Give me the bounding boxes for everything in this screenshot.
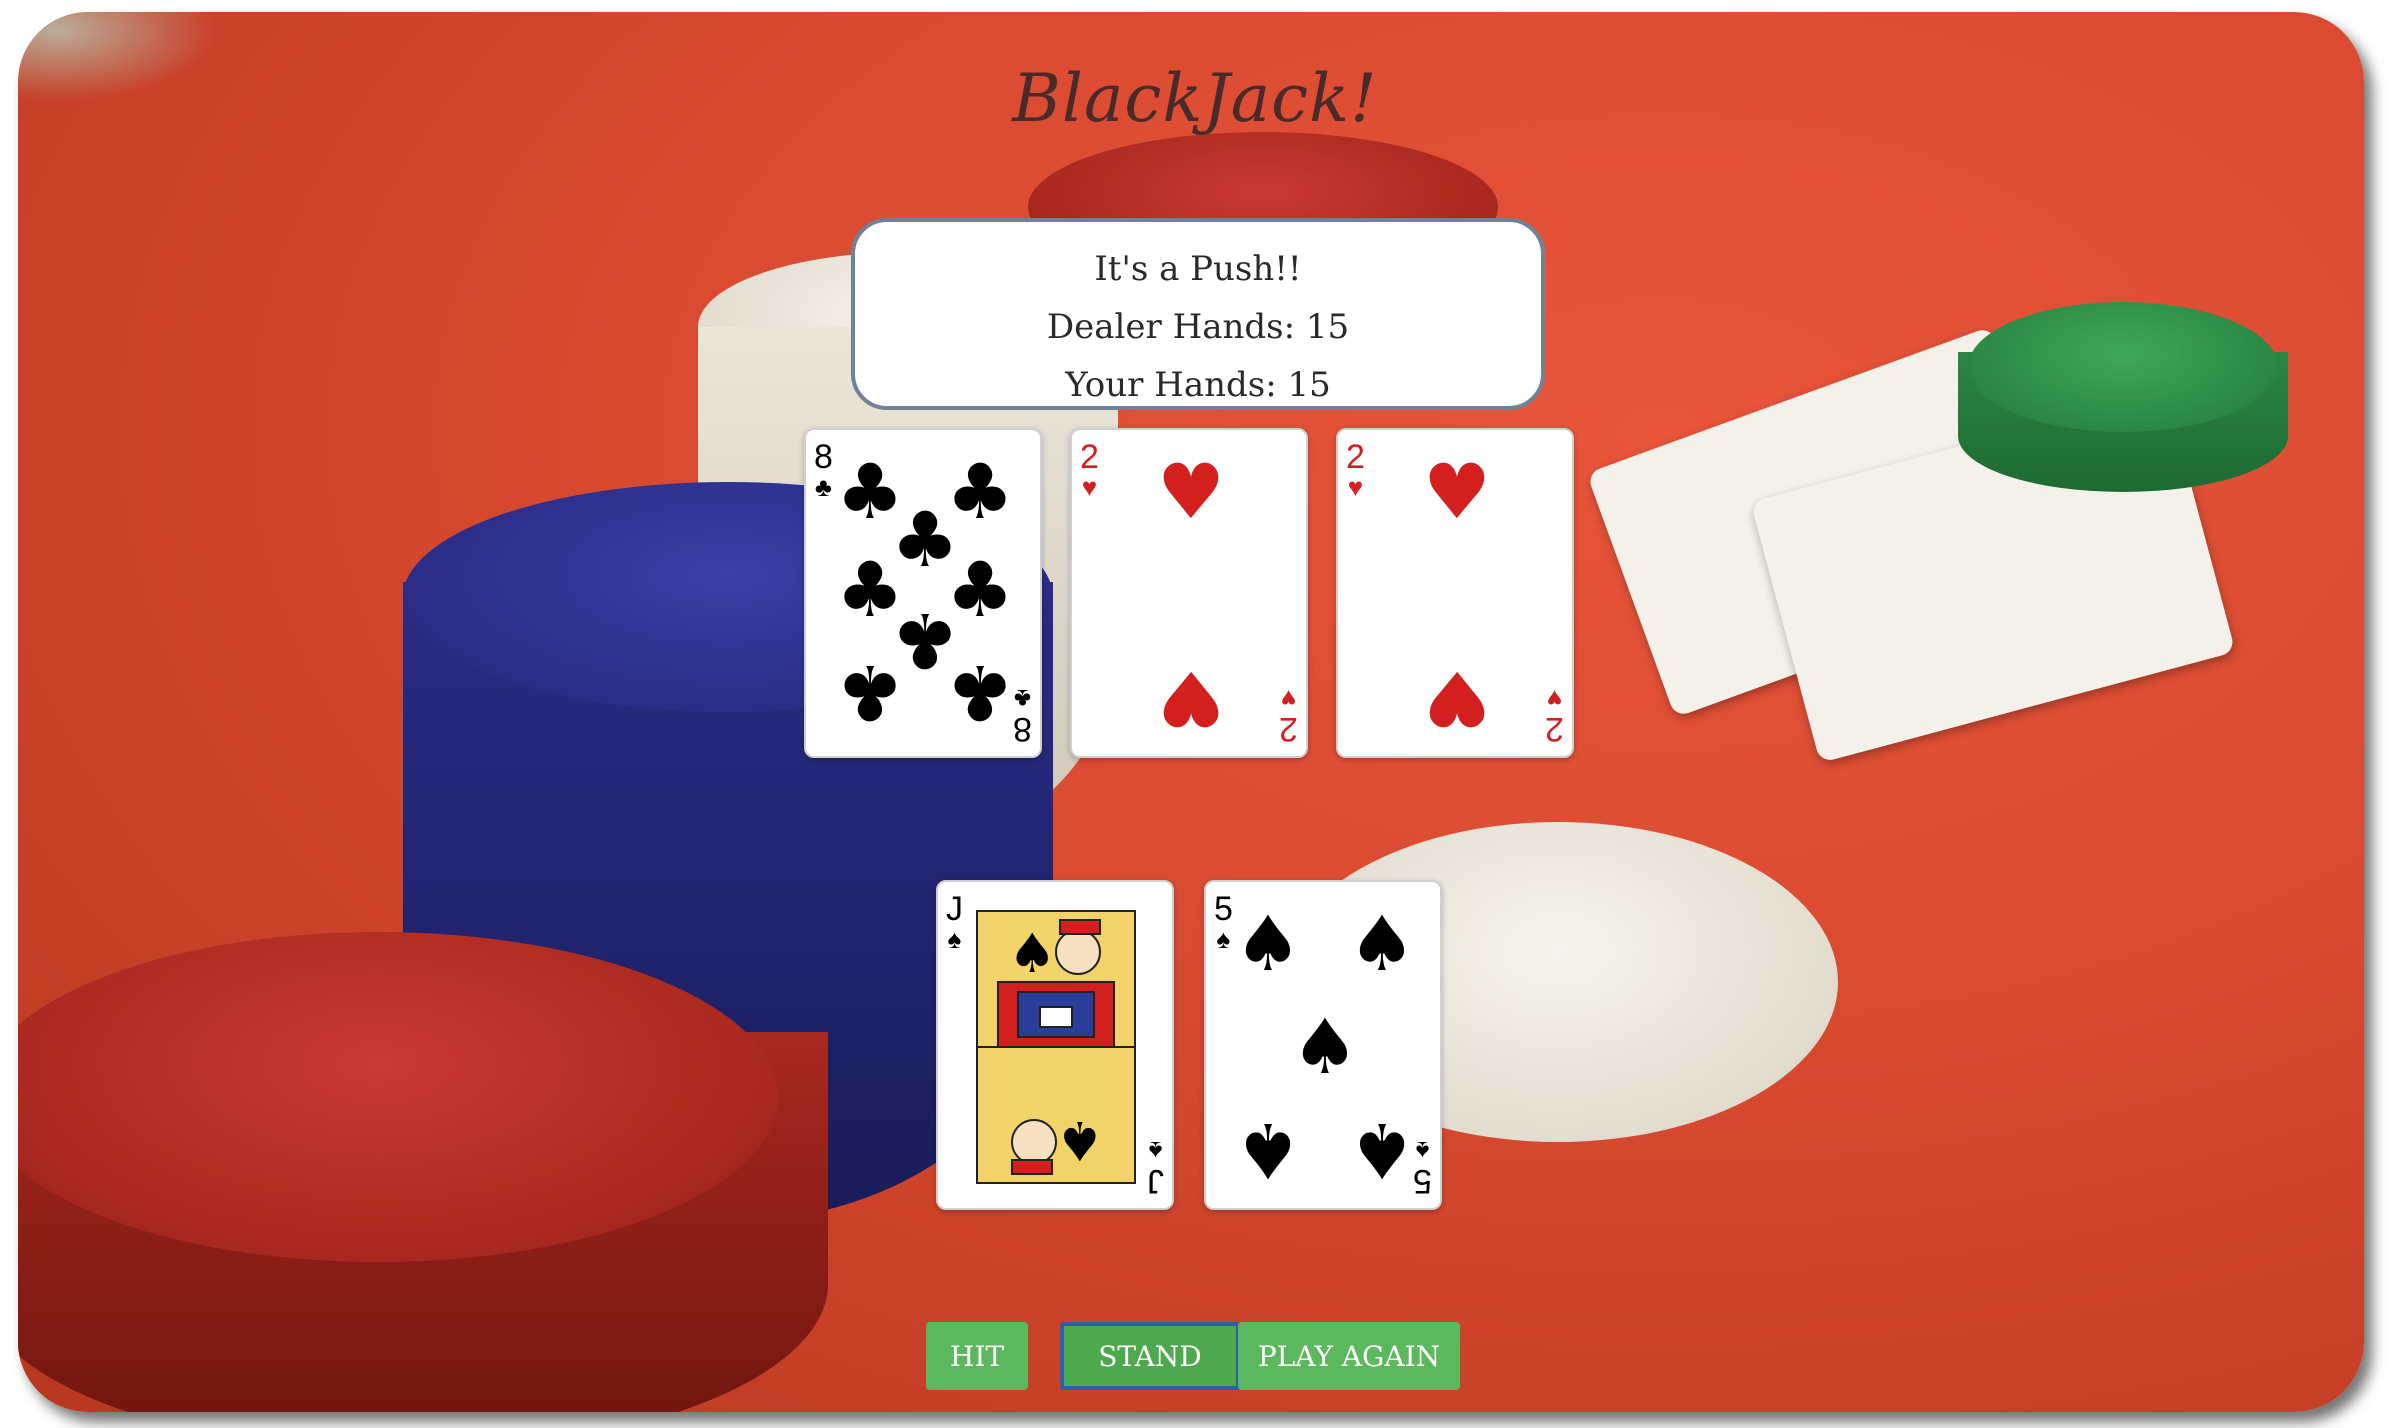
svg-text:♠: ♠ bbox=[1056, 1109, 1104, 1172]
svg-text:♠: ♠ bbox=[1008, 922, 1056, 985]
card-corner-bottom: J ♠ bbox=[1147, 1136, 1164, 1200]
result-panel: It's a Push!! Dealer Hands: 15 Your Hand… bbox=[851, 218, 1545, 410]
card-corner-top: J ♠ bbox=[946, 892, 963, 952]
card-corner-top: 2 ♥ bbox=[1346, 440, 1365, 500]
hit-button[interactable]: HIT bbox=[926, 1322, 1028, 1390]
stand-button[interactable]: STAND bbox=[1060, 1322, 1240, 1390]
card-rank: 2 bbox=[1279, 710, 1298, 748]
card-corner-bottom: 2 ♥ bbox=[1279, 684, 1298, 748]
club-icon: ♣ bbox=[814, 472, 832, 502]
action-bar: HIT STAND PLAY AGAIN bbox=[0, 1322, 2390, 1392]
club-icon: ♣ bbox=[945, 648, 1015, 737]
spade-icon: ♠ bbox=[1233, 899, 1303, 988]
player-card-1: J ♠ ♠ ♠ J ♠ bbox=[936, 880, 1174, 1210]
jack-portrait-icon: ♠ ♠ bbox=[978, 912, 1134, 1182]
card-corner-bottom: 2 ♥ bbox=[1545, 684, 1564, 748]
player-hand-total: Your Hands: 15 bbox=[1065, 365, 1331, 405]
dealer-card-3: 2 ♥ ♥ ♥ 2 ♥ bbox=[1336, 428, 1574, 758]
spade-icon: ♠ bbox=[1233, 1106, 1303, 1195]
heart-icon: ♥ bbox=[1156, 654, 1226, 743]
spade-icon: ♠ bbox=[1148, 1136, 1163, 1166]
spade-icon: ♠ bbox=[1415, 1136, 1430, 1166]
card-rank: 2 bbox=[1545, 710, 1564, 748]
card-rank: 2 bbox=[1080, 438, 1099, 476]
club-icon: ♣ bbox=[835, 648, 905, 737]
jack-face-icon: ♠ ♠ bbox=[976, 910, 1136, 1184]
spade-icon: ♠ bbox=[1216, 924, 1231, 954]
dealer-hand-total: Dealer Hands: 15 bbox=[1046, 307, 1350, 347]
card-rank: J bbox=[946, 890, 963, 928]
spade-icon: ♠ bbox=[947, 924, 962, 954]
spade-icon: ♠ bbox=[1290, 1002, 1360, 1091]
result-message: It's a Push!! bbox=[1094, 249, 1302, 289]
dealer-card-1: 8 ♣ ♣ ♣ ♣ ♣ ♣ ♣ ♣ ♣ 8 ♣ bbox=[804, 428, 1042, 758]
heart-icon: ♥ bbox=[1546, 684, 1563, 714]
card-corner-bottom: 5 ♠ bbox=[1413, 1136, 1432, 1200]
play-again-button[interactable]: PLAY AGAIN bbox=[1238, 1322, 1460, 1390]
card-corner-top: 8 ♣ bbox=[814, 440, 833, 500]
spade-icon: ♠ bbox=[1347, 899, 1417, 988]
heart-icon: ♥ bbox=[1422, 654, 1492, 743]
card-rank: 2 bbox=[1346, 438, 1365, 476]
card-rank: 5 bbox=[1413, 1162, 1432, 1200]
heart-icon: ♥ bbox=[1081, 472, 1098, 502]
spade-icon: ♠ bbox=[1347, 1106, 1417, 1195]
card-rank: 8 bbox=[814, 438, 833, 476]
heart-icon: ♥ bbox=[1422, 447, 1492, 536]
heart-icon: ♥ bbox=[1347, 472, 1364, 502]
heart-icon: ♥ bbox=[1156, 447, 1226, 536]
card-rank: J bbox=[1147, 1162, 1164, 1200]
card-rank: 5 bbox=[1214, 890, 1233, 928]
card-rank: 8 bbox=[1013, 710, 1032, 748]
dealer-card-2: 2 ♥ ♥ ♥ 2 ♥ bbox=[1070, 428, 1308, 758]
green-chip-stack bbox=[1968, 302, 2278, 432]
card-corner-bottom: 8 ♣ bbox=[1013, 684, 1032, 748]
heart-icon: ♥ bbox=[1280, 684, 1297, 714]
club-icon: ♣ bbox=[1014, 684, 1032, 714]
card-corner-top: 2 ♥ bbox=[1080, 440, 1099, 500]
player-card-2: 5 ♠ ♠ ♠ ♠ ♠ ♠ 5 ♠ bbox=[1204, 880, 1442, 1210]
page-title: BlackJack! bbox=[1012, 60, 1378, 137]
card-corner-top: 5 ♠ bbox=[1214, 892, 1233, 952]
